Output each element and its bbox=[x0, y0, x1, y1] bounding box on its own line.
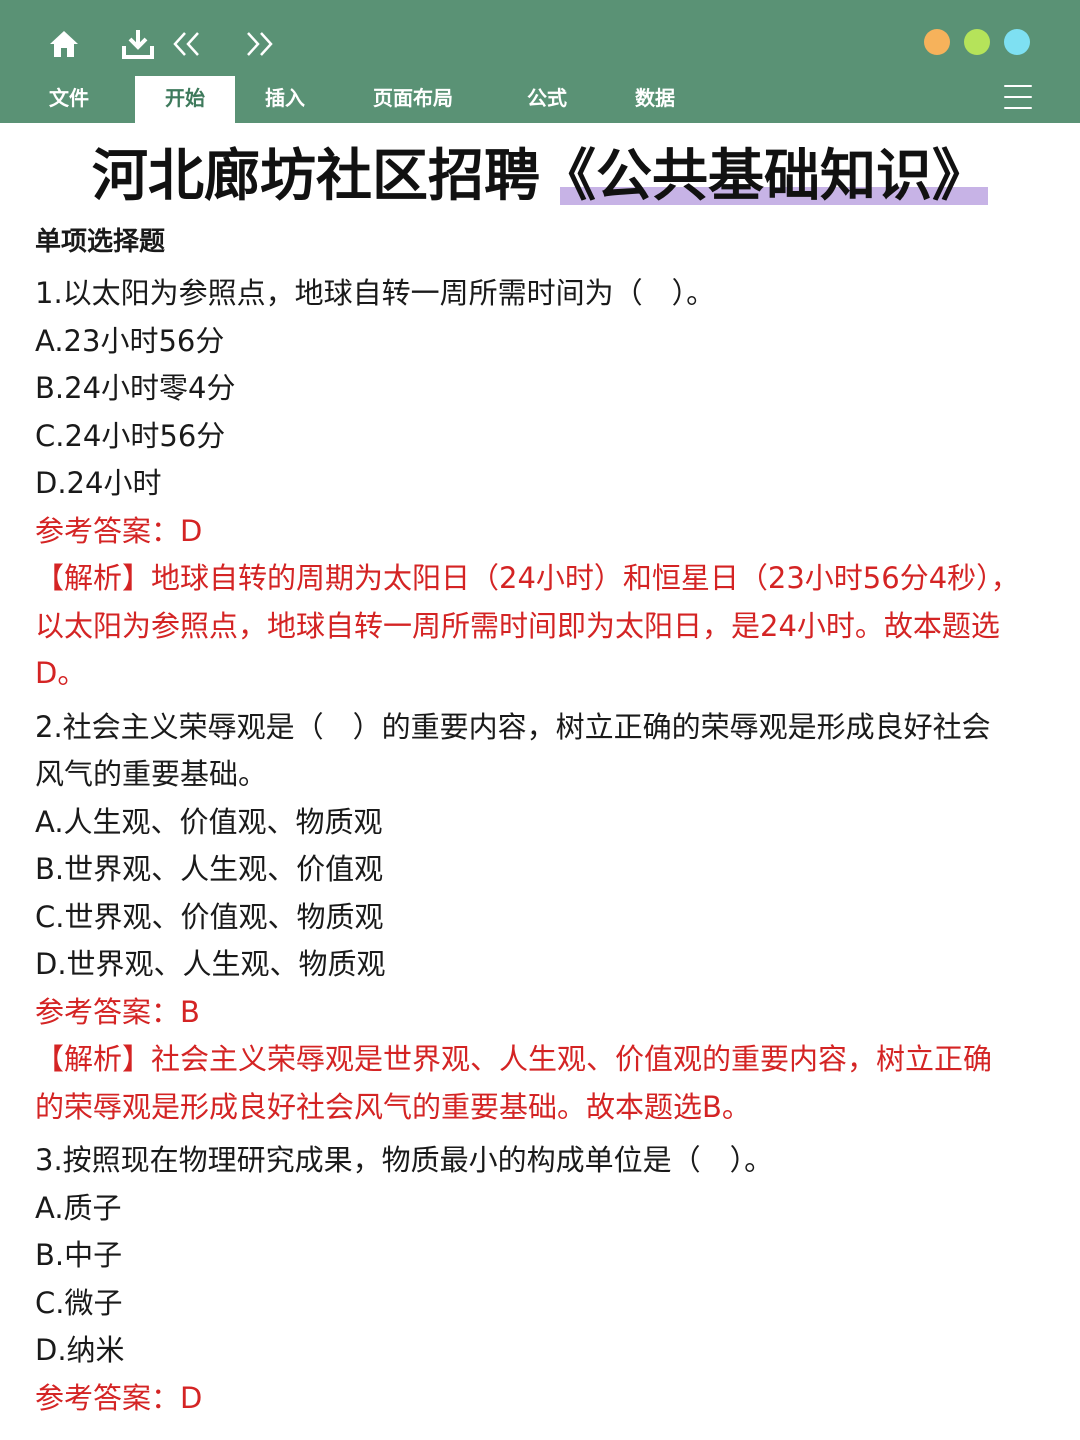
doc-title: 河北廊坊社区招聘《公共基础知识》 bbox=[92, 144, 988, 209]
window-dots bbox=[924, 29, 1030, 55]
tab-formula[interactable]: 公式 bbox=[527, 76, 567, 123]
analysis-line: 【解析】社会主义荣辱观是世界观、人生观、价值观的重要内容，树立正确 bbox=[35, 1042, 993, 1076]
tab-page-layout[interactable]: 页面布局 bbox=[373, 76, 453, 123]
question-stem: 1.以太阳为参照点，地球自转一周所需时间为（ ）。 bbox=[35, 276, 716, 310]
double-chevron-right-icon[interactable] bbox=[242, 24, 276, 64]
doc-title-wrap: 河北廊坊社区招聘《公共基础知识》 bbox=[0, 137, 1080, 217]
question-stem: 3.按照现在物理研究成果，物质最小的构成单位是（ ）。 bbox=[35, 1143, 774, 1177]
analysis-line: 以太阳为参照点，地球自转一周所需时间即为太阳日，是24小时。故本题选 bbox=[35, 608, 1000, 643]
analysis-line: 的荣辱观是形成良好社会风气的重要基础。故本题选B。 bbox=[35, 1089, 751, 1124]
option-a: A.人生观、价值观、物质观 bbox=[35, 804, 383, 839]
window-dot-orange[interactable] bbox=[924, 29, 950, 55]
question-stem: 2.社会主义荣辱观是（ ）的重要内容，树立正确的荣辱观是形成良好社会 bbox=[35, 709, 991, 744]
question-1: 1.以太阳为参照点，地球自转一周所需时间为（ ）。 A.23小时56分 B.24… bbox=[35, 270, 1065, 698]
analysis-line: 【解析】地球自转的周期为太阳日（24小时）和恒星日（23小时56分4秒）， bbox=[35, 561, 1020, 595]
window-dot-green[interactable] bbox=[964, 29, 990, 55]
doc-content: 单项选择题 1.以太阳为参照点，地球自转一周所需时间为（ ）。 A.23小时56… bbox=[35, 220, 1065, 1422]
tab-data[interactable]: 数据 bbox=[635, 76, 675, 123]
question-3: 3.按照现在物理研究成果，物质最小的构成单位是（ ）。 A.质子 B.中子 C.… bbox=[35, 1137, 1065, 1422]
option-c: C.24小时56分 bbox=[35, 418, 226, 453]
tab-insert[interactable]: 插入 bbox=[265, 76, 305, 123]
double-chevron-left-icon[interactable] bbox=[170, 24, 204, 64]
toolbar: 文件 开始 插入 页面布局 公式 数据 bbox=[0, 0, 1080, 123]
option-d: D.24小时 bbox=[35, 466, 162, 500]
ribbon-tabs: 文件 开始 插入 页面布局 公式 数据 bbox=[0, 76, 1080, 123]
hamburger-menu-icon[interactable] bbox=[1004, 85, 1032, 111]
question-2: 2.社会主义荣辱观是（ ）的重要内容，树立正确的荣辱观是形成良好社会 风气的重要… bbox=[35, 704, 1065, 1132]
download-icon[interactable] bbox=[120, 24, 156, 64]
tab-file[interactable]: 文件 bbox=[49, 76, 89, 123]
answer: 参考答案：D bbox=[35, 1380, 203, 1415]
answer: 参考答案：D bbox=[35, 513, 203, 548]
tab-home[interactable]: 开始 bbox=[135, 76, 235, 123]
option-a: A.23小时56分 bbox=[35, 323, 225, 358]
option-d: D.纳米 bbox=[35, 1333, 125, 1367]
analysis-line: D。 bbox=[35, 656, 87, 690]
section-heading: 单项选择题 bbox=[35, 227, 166, 257]
option-b: B.世界观、人生观、价值观 bbox=[35, 852, 384, 886]
window-dot-cyan[interactable] bbox=[1004, 29, 1030, 55]
option-b: B.中子 bbox=[35, 1238, 123, 1272]
option-c: C.世界观、价值观、物质观 bbox=[35, 899, 384, 934]
option-a: A.质子 bbox=[35, 1190, 122, 1225]
option-d: D.世界观、人生观、物质观 bbox=[35, 947, 386, 981]
option-c: C.微子 bbox=[35, 1285, 123, 1320]
toolbar-icons bbox=[46, 24, 276, 64]
option-b: B.24小时零4分 bbox=[35, 371, 236, 405]
answer: 参考答案：B bbox=[35, 994, 200, 1029]
home-icon[interactable] bbox=[46, 24, 82, 64]
question-stem: 风气的重要基础。 bbox=[35, 757, 268, 791]
